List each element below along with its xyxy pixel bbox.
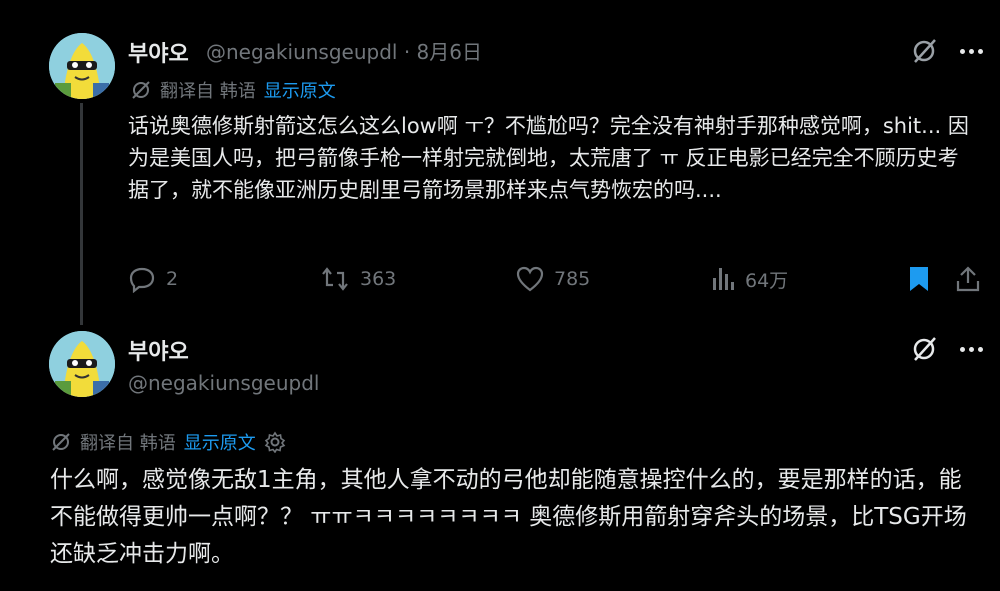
bookmark-button[interactable] <box>907 262 931 296</box>
views-count: 64万 <box>745 269 789 292</box>
handle-and-date[interactable]: @negakiunsgeupdl · 8月6日 <box>206 36 482 65</box>
tweet-text: 话说奥德修斯射箭这怎么这么low啊 ㅜ？不尴尬吗？完全没有神射手那种感觉啊，sh… <box>128 114 969 202</box>
bookmark-icon <box>907 265 931 293</box>
avatar[interactable] <box>49 331 115 397</box>
share-button[interactable] <box>955 262 981 296</box>
more-icon[interactable] <box>960 48 983 54</box>
display-name[interactable]: 부야오 <box>128 334 189 366</box>
heart-icon <box>516 266 544 292</box>
translated-from-label: 翻译自 韩语 <box>160 81 256 102</box>
gear-icon[interactable] <box>264 431 286 453</box>
views-button[interactable]: 64万 <box>711 262 788 296</box>
like-count: 785 <box>554 268 591 290</box>
translate-icon <box>130 79 152 101</box>
translate-icon <box>50 431 72 453</box>
avatar[interactable] <box>49 33 115 99</box>
grok-icon[interactable] <box>910 37 938 65</box>
show-original-link[interactable]: 显示原文 <box>264 77 336 103</box>
display-name[interactable]: 부야오 <box>128 36 189 68</box>
translation-notice: 翻译自 韩语 显示原文 <box>130 77 336 103</box>
repost-count: 363 <box>360 268 397 290</box>
tweet-top-icons <box>910 37 983 65</box>
tweet-text: 什么啊，感觉像无敌1主角，其他人拿不动的弓他却能随意操控什么的，要是那样的话，能… <box>50 467 967 567</box>
share-icon <box>955 265 981 293</box>
grok-icon[interactable] <box>910 335 938 363</box>
reply-count: 2 <box>166 268 179 290</box>
reply-icon <box>128 265 156 293</box>
repost-button[interactable]: 363 <box>320 262 396 296</box>
thread-line <box>80 103 83 325</box>
show-original-link[interactable]: 显示原文 <box>184 429 256 455</box>
handle[interactable]: @negakiunsgeupdl <box>128 371 319 395</box>
translation-notice: 翻译自 韩语 显示原文 <box>50 429 286 455</box>
views-icon <box>711 266 735 292</box>
tweet-top-icons <box>910 335 983 363</box>
translated-from-label: 翻译自 韩语 <box>80 433 176 454</box>
reply-button[interactable]: 2 <box>128 262 178 296</box>
more-icon[interactable] <box>960 346 983 352</box>
like-button[interactable]: 785 <box>516 262 590 296</box>
repost-icon <box>320 265 350 293</box>
tweet-actions: 2 363 785 64万 <box>128 262 988 296</box>
